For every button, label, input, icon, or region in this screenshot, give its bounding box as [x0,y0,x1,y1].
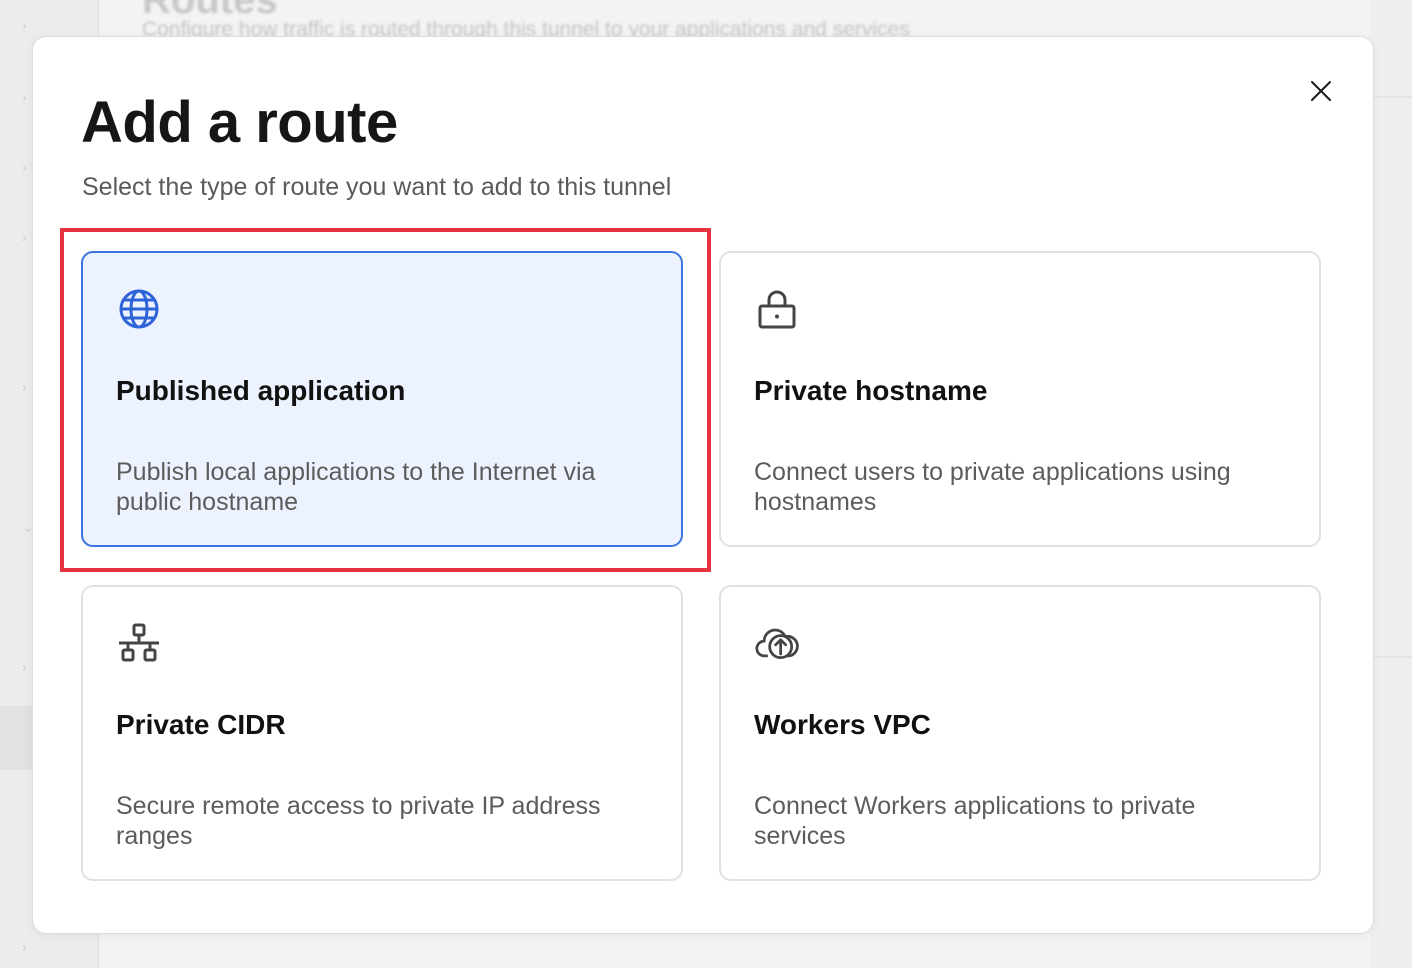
option-private-cidr[interactable]: Private CIDR Secure remote access to pri… [81,585,683,881]
chevron-right-icon: › [22,659,27,675]
option-title: Private CIDR [116,709,286,740]
option-title: Workers VPC [754,709,931,740]
option-description: Secure remote access to private IP addre… [116,792,601,850]
background-card-edge [1370,0,1412,968]
chevron-down-icon: ⌄ [22,519,34,535]
cloud-upload-icon [755,621,799,665]
option-private-hostname[interactable]: Private hostname Connect users to privat… [719,251,1321,547]
chevron-right-icon: › [22,89,27,105]
option-description: Connect users to private applications us… [754,458,1231,516]
background-divider [1370,656,1412,658]
chevron-right-icon: › [22,379,27,395]
background-divider [1370,96,1412,98]
chevron-right-icon: › [22,229,27,245]
option-title: Private hostname [754,375,988,406]
chevron-right-icon: › [22,939,27,955]
option-published-application[interactable]: Published application Publish local appl… [81,251,683,547]
close-button[interactable] [1301,71,1341,111]
option-description: Connect Workers applications to private … [754,792,1196,850]
dialog-subtitle: Select the type of route you want to add… [82,173,672,201]
close-icon [1311,81,1331,101]
chevron-right-icon: › [22,17,27,33]
globe-icon [117,287,161,331]
option-title: Published application [116,375,406,406]
option-workers-vpc[interactable]: Workers VPC Connect Workers applications… [719,585,1321,881]
network-icon [117,621,161,665]
chevron-right-icon: › [22,159,27,175]
dialog-title: Add a route [81,90,398,155]
lock-icon [755,287,799,331]
option-description: Publish local applications to the Intern… [116,458,596,516]
add-route-dialog: Add a route Select the type of route you… [32,36,1374,934]
